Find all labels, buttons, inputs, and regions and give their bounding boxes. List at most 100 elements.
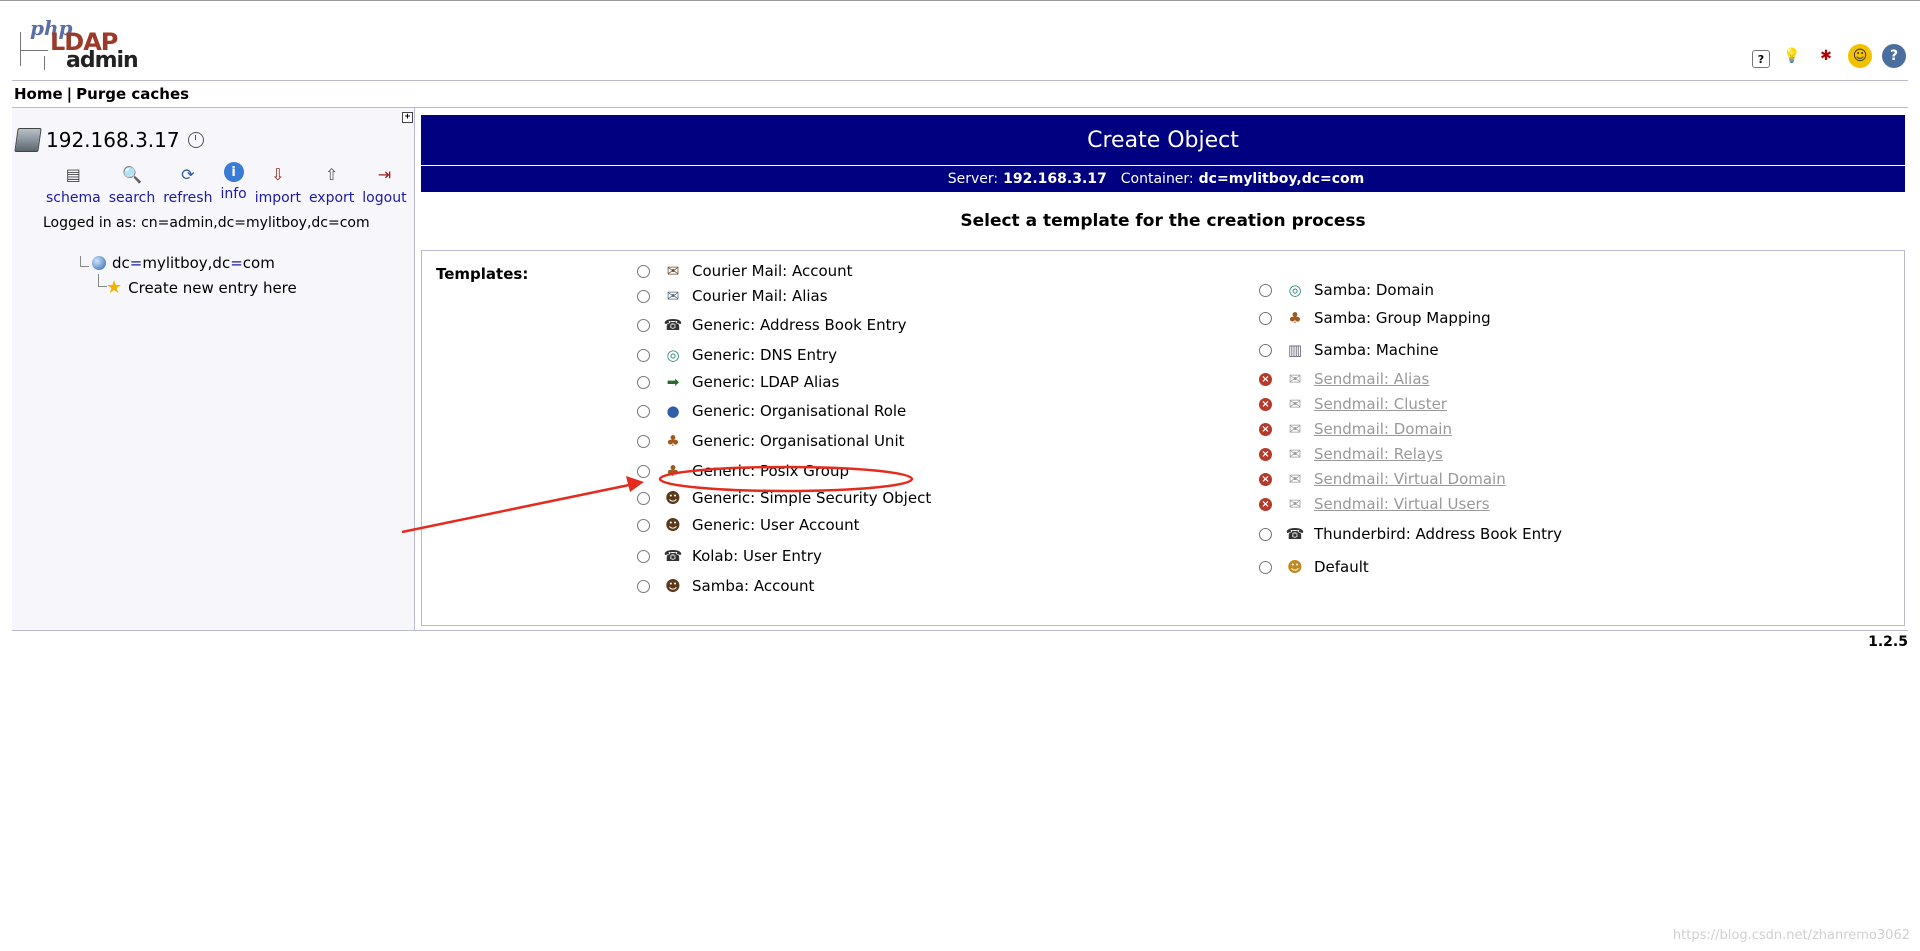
template-label[interactable]: Courier Mail: Alias — [692, 287, 828, 305]
template-option[interactable]: ♣ Generic: Posix Group — [637, 460, 849, 482]
envelope-icon: ✉ — [1288, 395, 1302, 413]
template-option[interactable]: ☻ Generic: Simple Security Object — [637, 487, 931, 509]
tool-label: refresh — [163, 190, 213, 206]
info-button[interactable]: i info — [220, 162, 247, 206]
lightbulb-icon[interactable]: 💡 — [1780, 44, 1804, 68]
template-option[interactable]: ☻ Default — [1259, 556, 1369, 578]
search-button[interactable]: 🔍 search — [109, 162, 156, 207]
template-label[interactable]: Samba: Machine — [1314, 341, 1439, 359]
template-radio[interactable] — [637, 264, 650, 278]
container-label: Container: — [1120, 171, 1194, 187]
template-radio[interactable] — [637, 491, 650, 505]
dn-part: dc — [212, 254, 231, 272]
template-option: × ✉ Sendmail: Relays — [1259, 443, 1443, 465]
menu-separator: | — [66, 85, 73, 103]
template-option[interactable]: ▥ Samba: Machine — [1259, 339, 1439, 361]
template-label[interactable]: Generic: Organisational Role — [692, 402, 906, 420]
question-icon[interactable]: ? — [1882, 44, 1906, 68]
schema-button[interactable]: ▤ schema — [46, 162, 101, 207]
template-option[interactable]: ◎ Samba: Domain — [1259, 279, 1434, 301]
template-radio[interactable] — [637, 375, 650, 389]
template-label[interactable]: Samba: Domain — [1314, 281, 1434, 299]
template-option[interactable]: ☎ Generic: Address Book Entry — [637, 314, 907, 336]
template-radio[interactable] — [637, 579, 650, 593]
template-option: × ✉ Sendmail: Virtual Domain — [1259, 468, 1506, 490]
template-radio[interactable] — [637, 434, 650, 448]
info-icon: i — [223, 162, 244, 182]
home-link[interactable]: Home — [14, 85, 63, 103]
export-button[interactable]: ⇧ export — [309, 162, 354, 207]
template-radio[interactable] — [637, 318, 650, 332]
smiley-icon[interactable]: ☺ — [1848, 44, 1872, 68]
template-radio[interactable] — [637, 404, 650, 418]
template-option[interactable]: ◎ Generic: DNS Entry — [637, 344, 837, 366]
logout-button[interactable]: ⇥ logout — [362, 162, 406, 207]
template-radio[interactable] — [637, 289, 650, 303]
template-radio[interactable] — [1259, 343, 1272, 357]
template-radio[interactable] — [1259, 311, 1272, 325]
template-option[interactable]: ☻ Generic: User Account — [637, 514, 860, 536]
expand-panel-icon[interactable]: + — [402, 112, 413, 123]
template-radio[interactable] — [1259, 560, 1272, 574]
select-template-heading: Select a template for the creation proce… — [960, 211, 1366, 231]
template-radio[interactable] — [637, 348, 650, 362]
template-radio[interactable] — [1259, 283, 1272, 297]
logged-in-text: Logged in as: cn=admin,dc=mylitboy,dc=co… — [43, 215, 370, 231]
clock-icon[interactable] — [187, 132, 204, 148]
export-icon: ⇧ — [324, 164, 339, 184]
import-icon: ⇩ — [271, 164, 285, 184]
template-label[interactable]: Generic: User Account — [692, 516, 860, 534]
help-icon[interactable]: ? — [1752, 50, 1770, 68]
search-icon: 🔍 — [121, 164, 142, 184]
template-option[interactable]: ➡ Generic: LDAP Alias — [637, 371, 839, 393]
dns-icon: ◎ — [1288, 281, 1302, 299]
template-option[interactable]: ● Generic: Organisational Role — [637, 400, 906, 422]
envelope-icon: ✉ — [1288, 445, 1302, 463]
template-radio[interactable] — [637, 518, 650, 532]
template-option[interactable]: ☻ Samba: Account — [637, 575, 814, 597]
server-name[interactable]: 192.168.3.17 — [46, 128, 180, 152]
template-label[interactable]: Generic: Address Book Entry — [692, 316, 907, 334]
template-label[interactable]: Default — [1314, 558, 1369, 576]
template-radio[interactable] — [1259, 527, 1272, 541]
template-option[interactable]: ♣ Generic: Organisational Unit — [637, 430, 905, 452]
dn-eq: = — [129, 254, 143, 272]
template-label[interactable]: Generic: LDAP Alias — [692, 373, 839, 391]
dn-part: mylitboy — [142, 254, 208, 272]
tree-root-entry[interactable]: dc = mylitboy , dc = com — [92, 254, 275, 272]
bug-icon[interactable]: ✱ — [1814, 44, 1838, 68]
template-label[interactable]: Kolab: User Entry — [692, 547, 822, 565]
template-option[interactable]: ✉ Courier Mail: Alias — [637, 285, 828, 307]
server-label: Server: — [947, 171, 999, 187]
user-icon: ☻ — [665, 489, 681, 507]
template-label[interactable]: Courier Mail: Account — [692, 262, 853, 280]
template-label: Sendmail: Virtual Domain — [1314, 470, 1506, 488]
template-radio[interactable] — [637, 549, 650, 563]
group-icon: ♣ — [1288, 309, 1302, 327]
address-book-icon: ☎ — [663, 547, 683, 565]
template-label[interactable]: Generic: DNS Entry — [692, 346, 837, 364]
template-label[interactable]: Generic: Organisational Unit — [692, 432, 905, 450]
disabled-icon: × — [1259, 397, 1272, 411]
template-label[interactable]: Generic: Posix Group — [692, 462, 849, 480]
refresh-button[interactable]: ⟳ refresh — [163, 162, 213, 207]
template-label[interactable]: Generic: Simple Security Object — [692, 489, 931, 507]
version-label: 1.2.5 — [1868, 634, 1908, 650]
template-option[interactable]: ☎ Thunderbird: Address Book Entry — [1259, 523, 1562, 545]
template-label[interactable]: Samba: Account — [692, 577, 814, 595]
purge-caches-link[interactable]: Purge caches — [76, 85, 189, 103]
group-icon: ♣ — [666, 462, 680, 480]
template-option[interactable]: ✉ Courier Mail: Account — [637, 260, 853, 282]
template-option[interactable]: ♣ Samba: Group Mapping — [1259, 307, 1491, 329]
watermark: https://blog.csdn.net/zhanremo3062 — [1672, 928, 1910, 943]
import-button[interactable]: ⇩ import — [254, 162, 301, 207]
create-new-entry-link[interactable]: ★ Create new entry here — [106, 277, 297, 298]
template-option[interactable]: ☎ Kolab: User Entry — [637, 545, 822, 567]
template-label[interactable]: Samba: Group Mapping — [1314, 309, 1491, 327]
template-label[interactable]: Thunderbird: Address Book Entry — [1314, 525, 1562, 543]
tool-label: import — [254, 190, 301, 206]
mail-account-icon: ✉ — [666, 262, 680, 280]
top-menu: Home | Purge caches — [14, 85, 189, 103]
template-radio[interactable] — [637, 464, 650, 478]
phpldapadmin-logo: php LDAP admin — [14, 16, 139, 73]
